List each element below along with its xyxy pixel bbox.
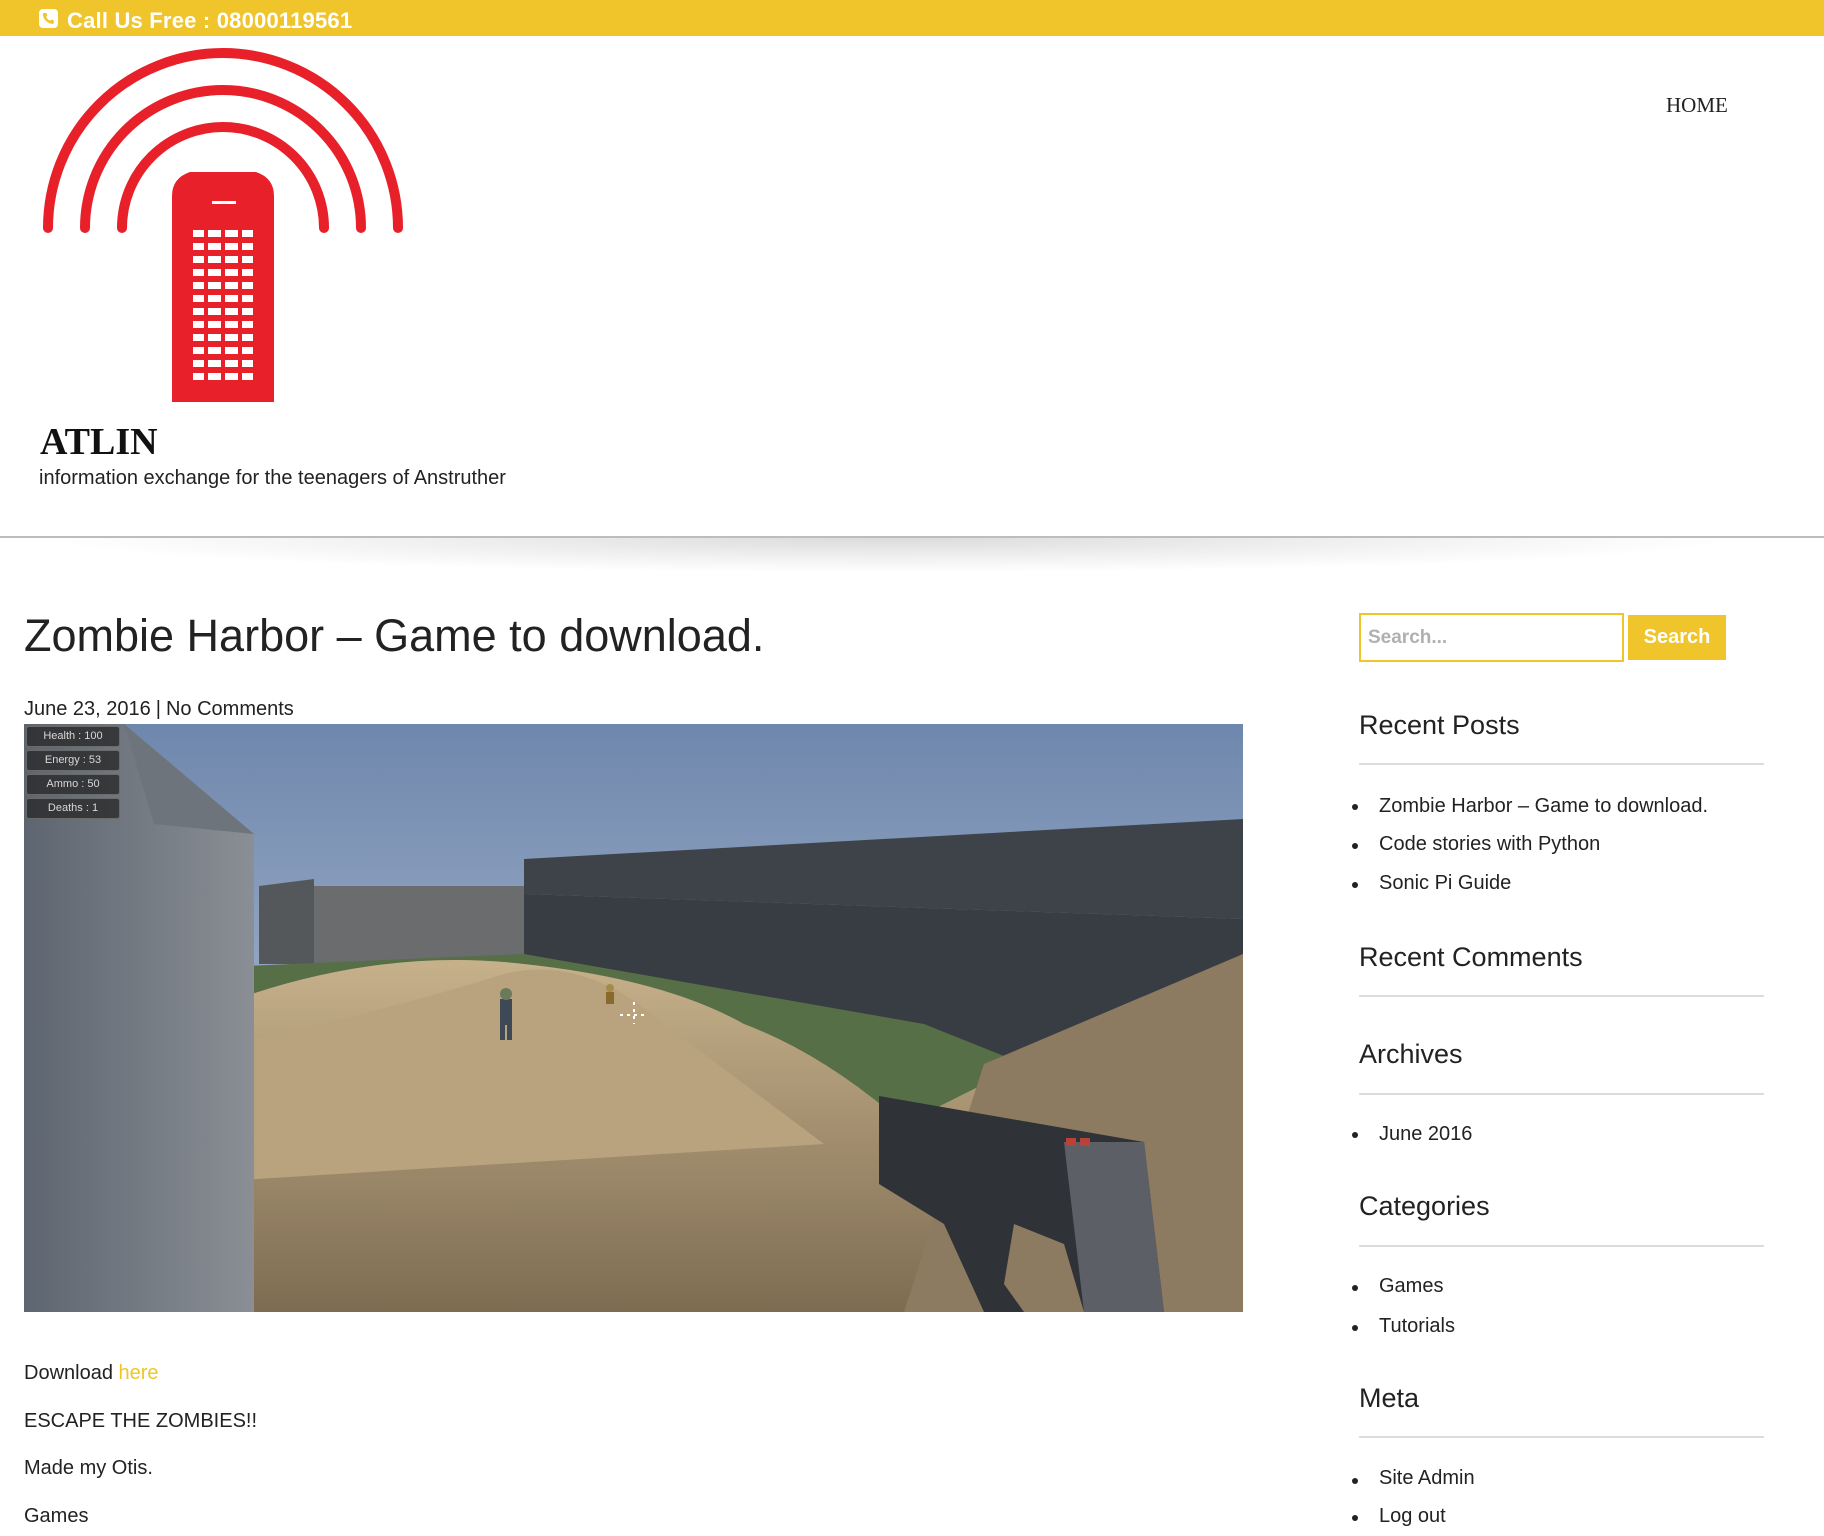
game-scene-image — [24, 724, 1243, 1312]
telephone-box-broadcast-logo-icon — [43, 48, 403, 402]
hud-deaths: Deaths : 1 — [26, 798, 120, 819]
recent-posts-title: Recent Posts — [1359, 710, 1520, 740]
meta-separator: | — [155, 698, 161, 720]
download-prefix: Download — [24, 1362, 119, 1384]
post-meta: June 23, 2016 | No Comments — [24, 698, 294, 721]
widget-divider — [1359, 763, 1764, 765]
widget-divider — [1359, 995, 1764, 997]
recent-post-link[interactable]: Code stories with Python — [1379, 833, 1600, 856]
game-hud: Health : 100 Energy : 53 Ammo : 50 Death… — [26, 726, 122, 822]
hud-ammo: Ammo : 50 — [26, 774, 120, 795]
widget-divider — [1359, 1436, 1764, 1438]
hud-health: Health : 100 — [26, 726, 120, 747]
nav-home-link[interactable]: HOME — [1666, 93, 1728, 118]
search-input[interactable] — [1359, 613, 1624, 662]
list-bullet — [1352, 1325, 1358, 1331]
list-bullet — [1352, 1515, 1358, 1521]
log-out-link[interactable]: Log out — [1379, 1505, 1446, 1528]
site-title[interactable]: ATLIN — [40, 420, 158, 464]
download-link[interactable]: here — [119, 1362, 159, 1384]
list-bullet — [1352, 1478, 1358, 1484]
post-comments-link[interactable]: No Comments — [166, 698, 294, 720]
meta-title: Meta — [1359, 1383, 1420, 1413]
call-us-text[interactable]: Call Us Free : 08000119561 — [67, 8, 352, 34]
site-logo[interactable] — [38, 48, 408, 408]
site-tagline: information exchange for the teenagers o… — [39, 467, 506, 489]
header-shadow — [60, 538, 1720, 572]
body-line-escape: ESCAPE THE ZOMBIES!! — [24, 1410, 258, 1432]
recent-post-link[interactable]: Sonic Pi Guide — [1379, 872, 1511, 895]
site-admin-link[interactable]: Site Admin — [1379, 1467, 1475, 1490]
archives-title: Archives — [1359, 1039, 1463, 1069]
list-bullet — [1352, 882, 1358, 888]
top-bar: Call Us Free : 08000119561 — [0, 0, 1824, 36]
post-category[interactable]: Games — [24, 1505, 88, 1528]
list-bullet — [1352, 1132, 1358, 1138]
search-button[interactable]: Search — [1628, 615, 1726, 660]
recent-comments-title: Recent Comments — [1359, 942, 1583, 972]
category-link[interactable]: Tutorials — [1379, 1315, 1455, 1338]
list-bullet — [1352, 1285, 1358, 1291]
recent-post-link[interactable]: Zombie Harbor – Game to download. — [1379, 795, 1708, 818]
widget-divider — [1359, 1245, 1764, 1247]
hud-energy: Energy : 53 — [26, 750, 120, 771]
post-screenshot: Health : 100 Energy : 53 Ammo : 50 Death… — [24, 724, 1243, 1312]
widget-divider — [1359, 1093, 1764, 1095]
download-line: Download here — [24, 1362, 159, 1385]
list-bullet — [1352, 804, 1358, 810]
archive-link[interactable]: June 2016 — [1379, 1123, 1472, 1146]
post-title[interactable]: Zombie Harbor – Game to download. — [24, 610, 764, 662]
phone-icon — [39, 9, 58, 28]
list-bullet — [1352, 843, 1358, 849]
categories-title: Categories — [1359, 1191, 1490, 1221]
post-date: June 23, 2016 — [24, 698, 151, 720]
body-line-author: Made my Otis. — [24, 1457, 153, 1479]
category-link[interactable]: Games — [1379, 1275, 1443, 1298]
